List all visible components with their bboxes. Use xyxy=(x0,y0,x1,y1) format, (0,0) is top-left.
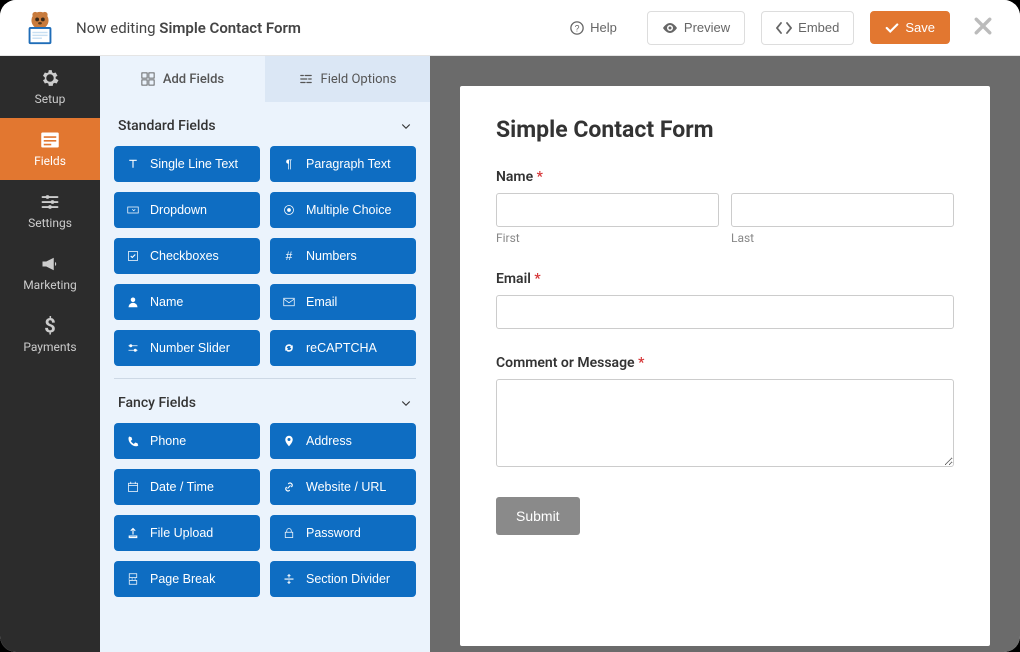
close-icon xyxy=(974,17,992,35)
page-title: Now editing Simple Contact Form xyxy=(76,19,540,37)
field-password[interactable]: Password xyxy=(270,515,416,551)
sub-label: Last xyxy=(731,231,954,245)
sidebar-item-label: Marketing xyxy=(23,278,77,292)
form-field-comment[interactable]: Comment or Message * xyxy=(496,355,954,471)
sidebar-item-label: Settings xyxy=(28,216,72,230)
form-label: Email * xyxy=(496,271,954,287)
field-name[interactable]: Name xyxy=(114,284,260,320)
preview-button[interactable]: Preview xyxy=(647,11,745,45)
svg-text:$: $ xyxy=(44,316,55,336)
field-paragraph-text[interactable]: ¶Paragraph Text xyxy=(270,146,416,182)
form-card[interactable]: Simple Contact Form Name * First Last xyxy=(460,86,990,646)
eye-icon xyxy=(662,20,678,36)
field-email[interactable]: Email xyxy=(270,284,416,320)
field-address[interactable]: Address xyxy=(270,423,416,459)
wpforms-logo xyxy=(20,8,60,48)
sidebar-item-setup[interactable]: Setup xyxy=(0,56,100,118)
sidebar-item-label: Payments xyxy=(23,340,76,354)
check-icon xyxy=(885,21,899,35)
field-phone[interactable]: Phone xyxy=(114,423,260,459)
sidebar-item-settings[interactable]: Settings xyxy=(0,180,100,242)
field-number-slider[interactable]: Number Slider xyxy=(114,330,260,366)
form-label: Name * xyxy=(496,169,954,185)
sidebar-item-payments[interactable]: $ Payments xyxy=(0,304,100,366)
slider-icon xyxy=(126,341,140,355)
megaphone-icon xyxy=(40,254,60,274)
paragraph-icon: ¶ xyxy=(282,157,296,171)
fields-panel: Add Fields Field Options Standard Fields… xyxy=(100,56,430,652)
field-single-line-text[interactable]: Single Line Text xyxy=(114,146,260,182)
field-recaptcha[interactable]: reCAPTCHA xyxy=(270,330,416,366)
field-checkboxes[interactable]: Checkboxes xyxy=(114,238,260,274)
code-icon xyxy=(776,20,792,36)
group-header-fancy-fields[interactable]: Fancy Fields xyxy=(114,379,416,423)
comment-textarea[interactable] xyxy=(496,379,954,467)
dropdown-icon xyxy=(126,203,140,217)
svg-text:?: ? xyxy=(575,23,580,33)
sidebar-item-label: Setup xyxy=(35,92,66,106)
sub-label: First xyxy=(496,231,719,245)
user-icon xyxy=(126,295,140,309)
field-numbers[interactable]: #Numbers xyxy=(270,238,416,274)
form-title: Simple Contact Form xyxy=(496,116,954,143)
grid-icon xyxy=(141,72,155,86)
sidebar-item-fields[interactable]: Fields xyxy=(0,118,100,180)
field-file-upload[interactable]: File Upload xyxy=(114,515,260,551)
email-input[interactable] xyxy=(496,295,954,329)
pin-icon xyxy=(282,434,296,448)
embed-button[interactable]: Embed xyxy=(761,11,854,45)
sidebar: Setup Fields Settings Marketing $ Paymen… xyxy=(0,56,100,652)
field-page-break[interactable]: Page Break xyxy=(114,561,260,597)
field-multiple-choice[interactable]: Multiple Choice xyxy=(270,192,416,228)
options-icon xyxy=(299,72,313,86)
radio-icon xyxy=(282,203,296,217)
help-icon: ? xyxy=(570,21,584,35)
chevron-down-icon xyxy=(400,120,412,132)
list-icon xyxy=(40,130,60,150)
text-icon xyxy=(126,157,140,171)
first-name-input[interactable] xyxy=(496,193,719,227)
form-preview: Simple Contact Form Name * First Last xyxy=(430,56,1020,652)
recaptcha-icon xyxy=(282,341,296,355)
tab-add-fields[interactable]: Add Fields xyxy=(100,56,265,102)
close-button[interactable] xyxy=(966,11,1000,45)
calendar-icon xyxy=(126,480,140,494)
field-section-divider[interactable]: Section Divider xyxy=(270,561,416,597)
sliders-icon xyxy=(40,192,60,212)
tab-field-options[interactable]: Field Options xyxy=(265,56,430,102)
form-field-email[interactable]: Email * xyxy=(496,271,954,329)
divider-icon xyxy=(282,572,296,586)
save-button[interactable]: Save xyxy=(870,11,950,44)
form-field-name[interactable]: Name * First Last xyxy=(496,169,954,245)
submit-button[interactable]: Submit xyxy=(496,497,580,535)
field-dropdown[interactable]: Dropdown xyxy=(114,192,260,228)
hash-icon: # xyxy=(282,249,296,263)
chevron-down-icon xyxy=(400,397,412,409)
link-icon xyxy=(282,480,296,494)
field-date-time[interactable]: Date / Time xyxy=(114,469,260,505)
last-name-input[interactable] xyxy=(731,193,954,227)
field-website-url[interactable]: Website / URL xyxy=(270,469,416,505)
dollar-icon: $ xyxy=(40,316,60,336)
sidebar-item-marketing[interactable]: Marketing xyxy=(0,242,100,304)
form-label: Comment or Message * xyxy=(496,355,954,371)
page-break-icon xyxy=(126,572,140,586)
lock-icon xyxy=(282,526,296,540)
help-button[interactable]: ? Help xyxy=(556,12,631,43)
phone-icon xyxy=(126,434,140,448)
upload-icon xyxy=(126,526,140,540)
envelope-icon xyxy=(282,295,296,309)
group-header-standard-fields[interactable]: Standard Fields xyxy=(114,102,416,146)
sidebar-item-label: Fields xyxy=(34,154,66,168)
gear-icon xyxy=(40,68,60,88)
checkbox-icon xyxy=(126,249,140,263)
